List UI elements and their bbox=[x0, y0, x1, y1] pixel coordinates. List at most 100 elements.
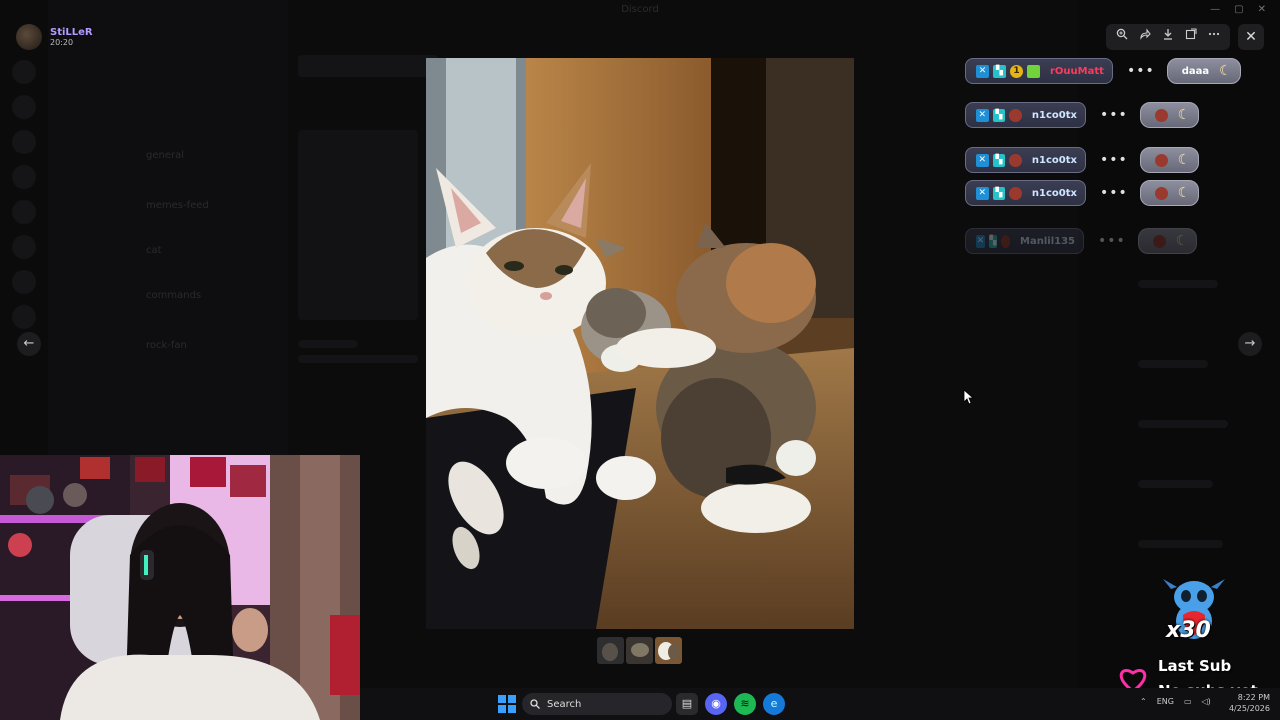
language-indicator[interactable]: ENG bbox=[1157, 697, 1174, 706]
user-name: StiLLeR bbox=[50, 27, 93, 38]
channel-item: memes-feed bbox=[146, 200, 209, 211]
badge-icon: ✕ bbox=[976, 108, 989, 122]
badge-icon bbox=[1009, 186, 1022, 200]
sub-count: x30 bbox=[1166, 618, 1211, 643]
dots-icon: ••• bbox=[1098, 233, 1126, 249]
badge-icon bbox=[1154, 186, 1168, 200]
previous-image-button[interactable]: ← bbox=[17, 332, 41, 356]
maximize-button[interactable]: ▢ bbox=[1234, 4, 1243, 15]
badge-icon: ▚ bbox=[992, 108, 1006, 122]
chat-user-pill: ✕ ▚ n1co0tx bbox=[965, 102, 1086, 128]
screen: general memes-feed cat commands rock-fan… bbox=[0, 0, 1280, 720]
more-icon[interactable] bbox=[1205, 28, 1223, 46]
badge-icon: ▚ bbox=[992, 153, 1006, 167]
chat-username: n1co0tx bbox=[1031, 109, 1077, 121]
dots-icon: ••• bbox=[1100, 185, 1128, 201]
chat-username: n1co0tx bbox=[1031, 154, 1077, 166]
post-time: 20:20 bbox=[50, 38, 74, 47]
channel-item: cat bbox=[146, 245, 162, 256]
windows-start-icon[interactable] bbox=[498, 695, 516, 713]
edge-browser-icon[interactable]: e bbox=[763, 693, 785, 715]
chat-message-bubble: ☾ bbox=[1139, 180, 1200, 206]
search-label: Search bbox=[547, 698, 582, 710]
discord-icon[interactable]: ◉ bbox=[705, 693, 727, 715]
chat-message: ✕ ▚ n1co0tx ••• ☾ bbox=[965, 147, 1200, 173]
forward-icon[interactable] bbox=[1136, 28, 1154, 46]
last-sub-label: Last Sub bbox=[1158, 657, 1232, 675]
thumbnail-selected[interactable] bbox=[655, 637, 682, 664]
chat-message: ✕ ▚ n1co0tx ••• ☾ bbox=[965, 180, 1200, 206]
taskbar-clock[interactable]: 8:22 PM 4/25/2026 bbox=[1226, 692, 1270, 714]
zoom-icon[interactable] bbox=[1113, 28, 1131, 46]
channel-item: commands bbox=[146, 290, 202, 301]
chat-message: ✕ ▚ 1 rOuuMatt ••• daaa ☾ bbox=[965, 58, 1241, 84]
cat-photo bbox=[426, 58, 854, 629]
badge-icon: ▚ bbox=[988, 234, 998, 248]
taskbar-search[interactable]: Search bbox=[522, 693, 672, 715]
next-image-button[interactable]: → bbox=[1238, 332, 1262, 356]
moon-icon: ☾ bbox=[1219, 63, 1232, 79]
badge-icon bbox=[1154, 108, 1168, 122]
badge-icon bbox=[1152, 234, 1166, 248]
badge-icon: ▚ bbox=[993, 64, 1006, 78]
window-controls: — ▢ ✕ bbox=[1210, 4, 1266, 15]
chat-text: daaa bbox=[1181, 65, 1210, 77]
badge-icon bbox=[1009, 108, 1022, 122]
chat-user-pill: ✕ ▚ n1co0tx bbox=[965, 180, 1086, 206]
thumbnail[interactable] bbox=[626, 637, 653, 664]
search-icon bbox=[530, 699, 540, 709]
clock-time: 8:22 PM bbox=[1237, 693, 1270, 702]
badge-number: 1 bbox=[1010, 64, 1023, 78]
badge-icon bbox=[1154, 153, 1168, 167]
thumbnail-strip bbox=[597, 637, 682, 664]
window-title: Discord bbox=[621, 4, 659, 15]
system-tray: ⌃ ENG ▭ ◁) bbox=[1140, 697, 1211, 706]
badge-icon: ✕ bbox=[976, 153, 989, 167]
moon-icon: ☾ bbox=[1177, 185, 1191, 201]
channel-item: rock-fan bbox=[146, 340, 187, 351]
volume-icon[interactable]: ◁) bbox=[1202, 697, 1211, 706]
close-viewer-button[interactable]: ✕ bbox=[1238, 24, 1264, 50]
chevron-up-icon[interactable]: ⌃ bbox=[1140, 697, 1147, 706]
chat-user-pill: ✕ ▚ Manlil135 bbox=[965, 228, 1084, 254]
chat-user-pill: ✕ ▚ n1co0tx bbox=[965, 147, 1086, 173]
badge-icon: ✕ bbox=[976, 186, 989, 200]
thumbnail[interactable] bbox=[597, 637, 624, 664]
avatar bbox=[16, 24, 42, 50]
download-icon[interactable] bbox=[1159, 28, 1177, 46]
moon-icon: ☾ bbox=[1175, 233, 1189, 249]
badge-icon bbox=[1009, 153, 1022, 167]
spotify-icon[interactable]: ≋ bbox=[734, 693, 756, 715]
network-icon[interactable]: ▭ bbox=[1184, 697, 1192, 706]
chat-username: Manlil135 bbox=[1020, 235, 1075, 247]
webcam-feed bbox=[0, 455, 360, 720]
badge-icon: ▚ bbox=[992, 186, 1006, 200]
badge-icon bbox=[1001, 234, 1011, 248]
badge-icon bbox=[1027, 64, 1040, 78]
mouse-cursor-icon bbox=[963, 389, 975, 405]
channel-item: general bbox=[146, 150, 185, 161]
chat-user-pill: ✕ ▚ 1 rOuuMatt bbox=[965, 58, 1113, 84]
chat-message: ✕ ▚ n1co0tx ••• ☾ bbox=[965, 102, 1200, 128]
channel-list: general memes-feed cat commands rock-fan bbox=[48, 0, 288, 455]
badge-icon: ✕ bbox=[976, 234, 985, 248]
chat-username: rOuuMatt bbox=[1050, 65, 1104, 77]
server-sidebar bbox=[0, 0, 48, 455]
minimize-button[interactable]: — bbox=[1210, 4, 1220, 15]
dots-icon: ••• bbox=[1100, 107, 1128, 123]
badge-icon: ✕ bbox=[976, 64, 989, 78]
chat-username: n1co0tx bbox=[1031, 187, 1077, 199]
user-header[interactable]: StiLLeR 20:20 bbox=[16, 24, 93, 50]
chat-message: ✕ ▚ Manlil135 ••• ☾ bbox=[965, 228, 1198, 254]
file-explorer-icon[interactable]: ▤ bbox=[676, 693, 698, 715]
moon-icon: ☾ bbox=[1177, 152, 1191, 168]
dots-icon: ••• bbox=[1126, 63, 1155, 79]
chat-message-bubble: daaa ☾ bbox=[1166, 58, 1241, 84]
chat-message-bubble: ☾ bbox=[1137, 228, 1198, 254]
window-close-button[interactable]: ✕ bbox=[1258, 4, 1266, 15]
open-external-icon[interactable] bbox=[1182, 28, 1200, 46]
moon-icon: ☾ bbox=[1177, 107, 1191, 123]
image-viewer-toolbar bbox=[1106, 24, 1230, 50]
chat-message-bubble: ☾ bbox=[1139, 147, 1200, 173]
chat-message-bubble: ☾ bbox=[1139, 102, 1200, 128]
